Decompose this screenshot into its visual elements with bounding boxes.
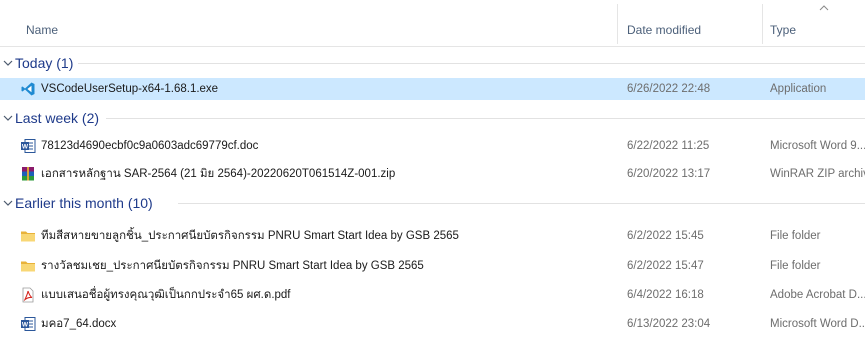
column-header-name[interactable]: Name — [26, 0, 58, 46]
group-title: Last week (2) — [15, 110, 100, 126]
folder-icon — [21, 231, 35, 242]
winrar-icon — [22, 167, 34, 181]
file-date: 6/2/2022 15:47 — [627, 260, 704, 272]
file-type: File folder — [770, 230, 821, 242]
file-type: Application — [770, 83, 827, 95]
file-date: 6/2/2022 15:45 — [627, 230, 704, 242]
column-header-type[interactable]: Type — [770, 0, 796, 46]
file-date: 6/26/2022 22:48 — [627, 83, 711, 95]
column-header-date[interactable]: Date modified — [627, 0, 701, 46]
file-row[interactable]: ทีมสีสหายขายลูกชิ้น_ประกาศนียบัตรกิจกรรม… — [0, 225, 865, 247]
file-type: Adobe Acrobat D... — [770, 289, 865, 301]
group-title: Today (1) — [15, 55, 74, 71]
file-row[interactable]: เอกสารหลักฐาน SAR-2564 (21 มิย 2564)-202… — [0, 163, 865, 185]
svg-text:W: W — [22, 322, 29, 329]
file-row[interactable]: แบบเสนอชื่อผู้ทรงคุณวุฒิเป็นกกประจำ65 ผศ… — [0, 284, 865, 306]
group-divider — [78, 63, 865, 64]
chevron-down-icon — [3, 115, 13, 121]
chevron-down-icon — [3, 60, 13, 66]
file-date: 6/22/2022 11:25 — [627, 140, 710, 152]
file-row[interactable]: รางวัลชมเชย_ประกาศนียบัตรกิจกรรม PNRU Sm… — [0, 255, 865, 277]
chevron-down-icon — [3, 200, 13, 206]
file-row[interactable]: W 78123d4690ecbf0c9a0603adc69779cf.doc 6… — [0, 135, 865, 157]
file-name: มคอ7_64.docx — [41, 318, 117, 330]
column-divider[interactable] — [762, 4, 763, 44]
file-date: 6/20/2022 13:17 — [627, 168, 711, 180]
file-date: 6/13/2022 23:04 — [627, 318, 711, 330]
file-type: Microsoft Word D... — [770, 318, 865, 330]
group-header-last-week[interactable]: Last week (2) — [0, 107, 865, 129]
vscode-icon — [21, 82, 35, 96]
group-divider — [106, 118, 865, 119]
file-name: แบบเสนอชื่อผู้ทรงคุณวุฒิเป็นกกประจำ65 ผศ… — [41, 289, 291, 301]
file-name: VSCodeUserSetup-x64-1.68.1.exe — [41, 83, 219, 95]
file-name: รางวัลชมเชย_ประกาศนียบัตรกิจกรรม PNRU Sm… — [41, 260, 424, 272]
file-date: 6/4/2022 16:18 — [627, 289, 704, 301]
file-name: 78123d4690ecbf0c9a0603adc69779cf.doc — [41, 140, 259, 152]
group-divider — [178, 203, 865, 204]
sort-ascending-icon — [819, 5, 829, 11]
file-type: Microsoft Word 9... — [770, 140, 865, 152]
file-row[interactable]: W มคอ7_64.docx 6/13/2022 23:04 Microsoft… — [0, 313, 865, 335]
pdf-icon — [22, 287, 34, 303]
column-divider[interactable] — [617, 4, 618, 44]
folder-icon — [21, 261, 35, 272]
svg-text:W: W — [22, 144, 29, 151]
file-type: File folder — [770, 260, 821, 272]
file-row[interactable]: VSCodeUserSetup-x64-1.68.1.exe 6/26/2022… — [0, 78, 865, 100]
word-icon: W — [21, 317, 36, 331]
file-type: WinRAR ZIP archive — [770, 168, 865, 180]
word-icon: W — [21, 139, 36, 153]
group-header-earlier-this-month[interactable]: Earlier this month (10) — [0, 192, 865, 214]
file-name: เอกสารหลักฐาน SAR-2564 (21 มิย 2564)-202… — [41, 168, 396, 180]
group-header-today[interactable]: Today (1) — [0, 52, 865, 74]
file-name: ทีมสีสหายขายลูกชิ้น_ประกาศนียบัตรกิจกรรม… — [41, 230, 459, 242]
group-title: Earlier this month (10) — [15, 195, 153, 211]
column-header-bar: Name Date modified Type — [0, 0, 865, 47]
